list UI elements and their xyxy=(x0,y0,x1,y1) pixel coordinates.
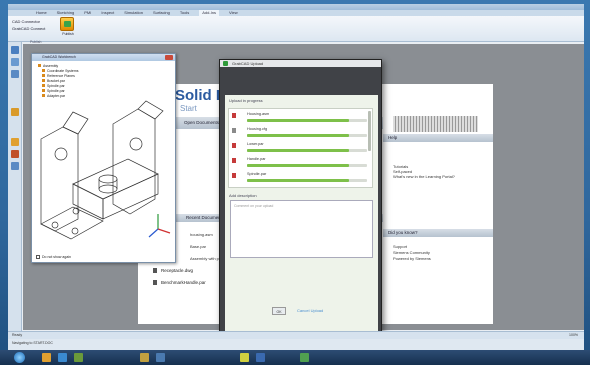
grabcad-connect-button[interactable]: GrabCAD Connect xyxy=(12,26,45,31)
document-icon xyxy=(153,268,157,274)
help-title: Help xyxy=(388,135,398,140)
taskbar xyxy=(0,350,590,365)
help-line-3[interactable]: What's new in the Learning Portal? xyxy=(393,174,455,179)
help-bar xyxy=(383,134,493,142)
do-not-show-checkbox[interactable]: Do not show again xyxy=(36,255,71,259)
cad-part-drawing[interactable] xyxy=(33,99,176,249)
app-icon[interactable] xyxy=(300,353,309,362)
part-icon xyxy=(42,89,45,92)
cad-connector-button[interactable]: CAD Connector xyxy=(12,19,40,24)
app-icon[interactable] xyxy=(240,353,249,362)
upload-dialog: GrabCAD Upload Upload in progress Housin… xyxy=(219,59,382,345)
description-textarea[interactable]: Comment on your upload xyxy=(230,200,373,258)
feature-icon[interactable] xyxy=(11,108,19,116)
upload-row: Handle.par xyxy=(229,156,369,171)
plane-icon xyxy=(42,74,45,77)
did-you-know-title: Did you know? xyxy=(388,230,418,235)
file-icon xyxy=(232,128,236,133)
checkbox-box[interactable] xyxy=(36,255,40,259)
dialog-panel: Upload in progress Housing.asm Housing.c… xyxy=(225,95,378,345)
template-thumbnail[interactable] xyxy=(393,116,478,132)
assembly-tree: Assembly Coordinate Systems Reference Pl… xyxy=(38,64,79,99)
upload-file-name: Housing.cfg xyxy=(247,127,268,131)
dialog-title: GrabCAD Upload xyxy=(220,60,381,67)
publish-button-label[interactable]: Publish xyxy=(58,32,78,36)
publish-icon[interactable] xyxy=(60,17,74,31)
coordinate-icon xyxy=(42,69,45,72)
part-icon xyxy=(42,94,45,97)
properties-icon[interactable] xyxy=(11,162,19,170)
recent-file-2[interactable]: Base.par xyxy=(190,244,206,249)
progress-fill xyxy=(247,119,349,122)
model-viewer-window[interactable]: GrabCAD Workbench Assembly Coordinate Sy… xyxy=(31,53,176,263)
pathfinder-icon[interactable] xyxy=(11,46,19,54)
part-icon xyxy=(42,84,45,87)
part-icon xyxy=(42,79,45,82)
right-line-1[interactable]: Support xyxy=(393,244,407,249)
file-icon xyxy=(232,143,236,148)
part-icon xyxy=(38,64,41,67)
bottom-file-name-2: BenchmarkHandle.par xyxy=(161,280,206,285)
upload-row: Housing.cfg xyxy=(229,126,369,141)
app-icon[interactable] xyxy=(74,353,83,362)
cancel-upload-link[interactable]: Cancel Upload xyxy=(297,307,323,315)
upload-file-name: Handle.par xyxy=(247,157,266,161)
application-window: Home Sketching PMI Inspect Simulation Su… xyxy=(8,4,584,350)
progress-fill xyxy=(247,179,349,182)
solid-edge-taskbar-icon[interactable] xyxy=(140,353,149,362)
app-icon[interactable] xyxy=(156,353,165,362)
ribbon-body: CAD Connector GrabCAD Connect xyxy=(8,16,584,42)
file-icon xyxy=(232,113,236,118)
layers-icon[interactable] xyxy=(11,70,19,78)
recent-file-1[interactable]: housing.asm xyxy=(190,232,213,237)
open-documents-title: Open Documents xyxy=(184,120,220,125)
document-icon xyxy=(153,280,157,286)
viewer-title: GrabCAD Workbench xyxy=(32,54,175,61)
upload-progress-bar xyxy=(247,134,367,137)
right-line-2[interactable]: Siemens Community xyxy=(393,250,430,255)
upload-file-name: Housing.asm xyxy=(247,112,270,116)
ok-button[interactable]: OK xyxy=(272,307,286,315)
upload-row: Lower.par xyxy=(229,141,369,156)
bottom-file-row-2[interactable]: BenchmarkHandle.par xyxy=(153,280,206,286)
description-placeholder: Comment on your upload xyxy=(234,204,274,208)
alert-icon[interactable] xyxy=(11,150,19,158)
status-text: Ready xyxy=(12,333,23,337)
explorer-icon[interactable] xyxy=(42,353,51,362)
checkbox-label: Do not show again xyxy=(42,254,71,259)
start-button-icon[interactable] xyxy=(14,352,25,363)
upload-progress-bar xyxy=(247,119,367,122)
file-icon xyxy=(232,158,236,163)
upload-file-name: Spindle.par xyxy=(247,172,267,176)
left-toolbar xyxy=(8,42,22,332)
upload-row: Spindle.par xyxy=(229,171,369,186)
progress-fill xyxy=(247,134,349,137)
close-icon[interactable] xyxy=(165,55,173,60)
upload-row: Housing.asm xyxy=(229,111,369,126)
progress-fill xyxy=(247,149,349,152)
upload-file-list[interactable]: Housing.asm Housing.cfg Lower.par Handle… xyxy=(228,108,373,188)
prompt-bar: Navigating to START.DOC xyxy=(8,339,584,350)
bottom-file-row-1[interactable]: Receptacle.dwg xyxy=(153,268,194,274)
bottom-file-name-1: Receptacle.dwg xyxy=(161,268,194,273)
upload-heading: Upload in progress xyxy=(229,98,263,103)
browser-icon[interactable] xyxy=(58,353,67,362)
library-icon[interactable] xyxy=(11,58,19,66)
upload-progress-bar xyxy=(247,149,367,152)
upload-progress-bar xyxy=(247,179,367,182)
status-bar: Ready 100% xyxy=(8,331,584,339)
description-label: Add description xyxy=(229,193,257,198)
right-line-3[interactable]: Powered by Siemens xyxy=(393,256,431,261)
monitor-frame: Home Sketching PMI Inspect Simulation Su… xyxy=(0,0,590,365)
brand-subtitle: Start xyxy=(180,104,197,113)
sensor-icon[interactable] xyxy=(11,138,19,146)
upload-progress-bar xyxy=(247,164,367,167)
prompt-text: Navigating to START.DOC xyxy=(12,341,53,345)
upload-file-name: Lower.par xyxy=(247,142,264,146)
grabcad-icon xyxy=(223,61,228,66)
file-icon xyxy=(232,173,236,178)
app-icon[interactable] xyxy=(256,353,265,362)
progress-fill xyxy=(247,164,349,167)
zoom-level[interactable]: 100% xyxy=(569,333,578,337)
